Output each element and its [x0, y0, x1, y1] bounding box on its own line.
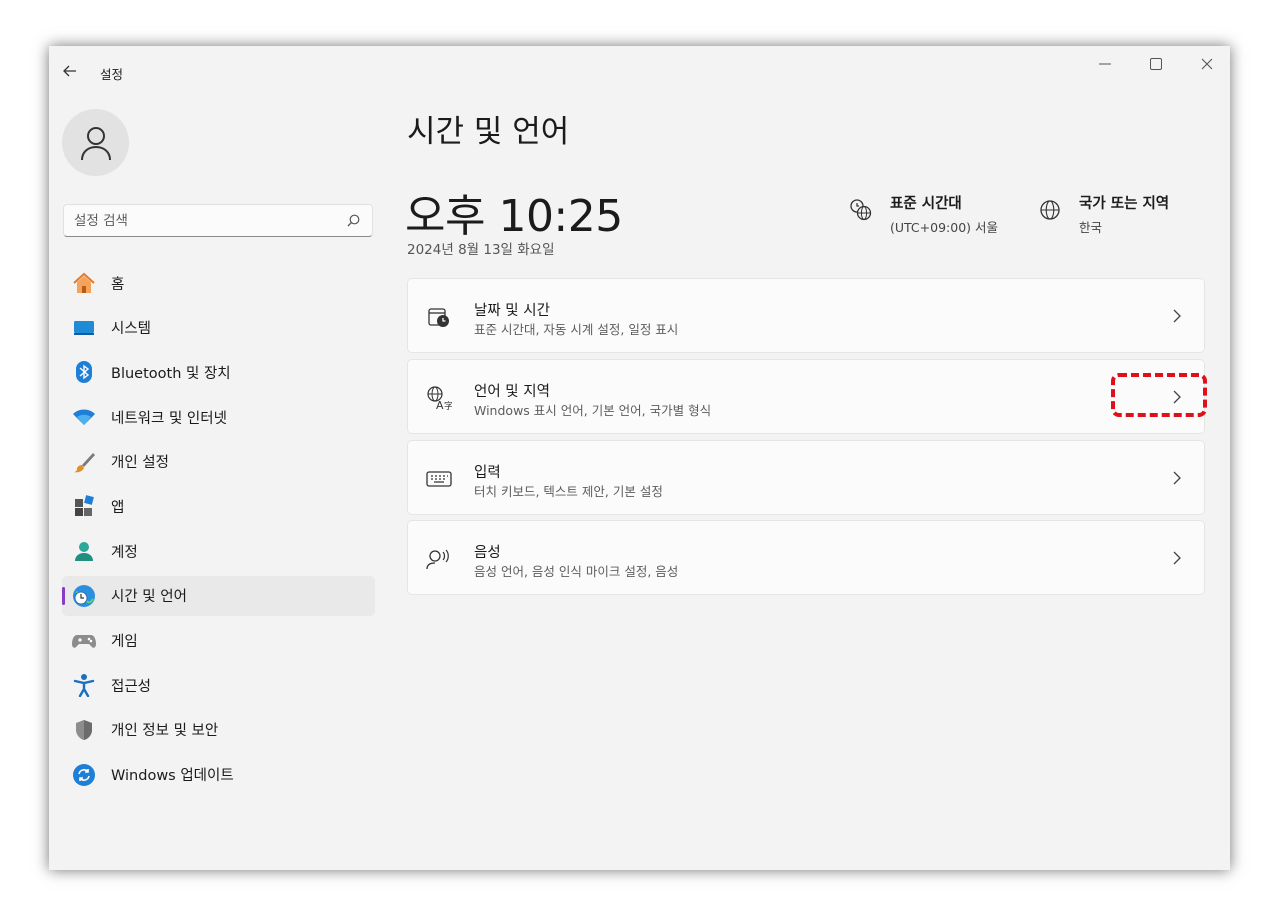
avatar[interactable] [62, 109, 129, 176]
sidebar-item-label: 개인 정보 및 보안 [111, 723, 219, 740]
settings-window: 설정 홈 시스템 [49, 46, 1230, 870]
sidebar-item-label: 계정 [111, 544, 138, 561]
sidebar-item-bluetooth[interactable]: Bluetooth 및 장치 [62, 352, 375, 392]
sidebar-item-gaming[interactable]: 게임 [62, 621, 375, 661]
minimize-icon [1099, 63, 1111, 65]
wifi-icon [72, 405, 96, 429]
sidebar-item-system[interactable]: 시스템 [62, 308, 375, 348]
sidebar-item-label: Bluetooth 및 장치 [111, 365, 231, 382]
sidebar-item-time-language[interactable]: 시간 및 언어 [62, 575, 375, 616]
sidebar-item-label: 시스템 [111, 321, 152, 338]
sidebar-item-label: 시간 및 언어 [111, 589, 187, 606]
timezone-value: (UTC+09:00) 서울 [890, 220, 999, 235]
globe-icon [1040, 200, 1060, 220]
bluetooth-icon [72, 360, 96, 384]
update-icon [72, 763, 96, 787]
region-value: 한국 [1079, 220, 1103, 235]
card-title: 음성 [474, 545, 501, 561]
maximize-icon [1150, 58, 1162, 70]
svg-text:字: 字 [444, 400, 452, 411]
sidebar-item-label: 네트워크 및 인터넷 [111, 410, 227, 427]
user-icon [80, 126, 111, 160]
sidebar-item-label: 접근성 [111, 678, 152, 695]
shield-icon [72, 718, 96, 742]
region-title: 국가 또는 지역 [1079, 196, 1170, 212]
maximize-button[interactable] [1132, 52, 1180, 76]
current-time: 오후 10:25 [405, 191, 623, 242]
sidebar-item-apps[interactable]: 앱 [62, 486, 375, 526]
card-subtitle: 표준 시간대, 자동 시계 설정, 일정 표시 [474, 322, 679, 337]
sidebar-item-personalization[interactable]: 개인 설정 [62, 442, 375, 482]
search-box[interactable] [63, 204, 373, 237]
sidebar-item-label: Windows 업데이트 [111, 768, 234, 785]
card-language-region[interactable]: A字 언어 및 지역 Windows 표시 언어, 기본 언어, 국가별 형식 [407, 359, 1207, 434]
active-indicator [62, 586, 65, 605]
sidebar-item-accessibility[interactable]: 접근성 [62, 665, 375, 705]
card-subtitle: 터치 키보드, 텍스트 제안, 기본 설정 [474, 484, 663, 499]
sidebar-nav: 홈 시스템 Bluetooth 및 장치 네트워크 및 인터넷 개인 설정 앱 … [62, 263, 375, 799]
account-icon [72, 539, 96, 563]
card-subtitle: Windows 표시 언어, 기본 언어, 국가별 형식 [474, 403, 712, 418]
search-input[interactable] [74, 205, 344, 236]
card-speech[interactable]: 음성 음성 언어, 음성 인식 마이크 설정, 음성 [407, 520, 1205, 595]
card-title: 날짜 및 시간 [474, 303, 550, 319]
card-typing[interactable]: 입력 터치 키보드, 텍스트 제안, 기본 설정 [407, 440, 1205, 515]
apps-icon [72, 494, 96, 518]
brush-icon [72, 450, 96, 474]
card-subtitle: 음성 언어, 음성 인식 마이크 설정, 음성 [474, 564, 679, 579]
chevron-right-icon [1173, 471, 1181, 485]
calendar-clock-icon [426, 304, 452, 330]
page-title: 시간 및 언어 [407, 114, 570, 150]
time-language-icon [72, 584, 96, 608]
card-date-time[interactable]: 날짜 및 시간 표준 시간대, 자동 시계 설정, 일정 표시 [407, 278, 1205, 353]
timezone-info[interactable]: 표준 시간대 (UTC+09:00) 서울 [849, 192, 998, 236]
gamepad-icon [72, 629, 96, 653]
language-icon: A字 [426, 385, 452, 411]
accessibility-icon [72, 673, 96, 698]
close-icon [1201, 58, 1213, 70]
chevron-right-icon [1173, 551, 1181, 565]
minimize-button[interactable] [1081, 52, 1129, 76]
sidebar-item-label: 개인 설정 [111, 455, 169, 472]
svg-text:A: A [436, 399, 444, 411]
title-bar: 설정 [49, 46, 1230, 98]
current-date: 2024년 8월 13일 화요일 [407, 242, 555, 258]
sidebar-item-label: 게임 [111, 634, 138, 650]
system-icon [72, 316, 96, 340]
back-arrow-icon [63, 65, 76, 77]
sidebar-item-label: 홈 [111, 276, 125, 293]
speech-icon [426, 546, 452, 572]
sidebar-item-home[interactable]: 홈 [62, 263, 375, 303]
sidebar-item-privacy[interactable]: 개인 정보 및 보안 [62, 710, 375, 750]
back-button[interactable] [59, 60, 81, 82]
region-info[interactable]: 국가 또는 지역 한국 [1038, 192, 1169, 236]
card-title: 언어 및 지역 [474, 384, 550, 400]
close-button[interactable] [1183, 52, 1230, 76]
app-title: 설정 [100, 67, 124, 82]
sidebar-item-windows-update[interactable]: Windows 업데이트 [62, 755, 375, 795]
card-title: 입력 [474, 465, 501, 481]
keyboard-icon [426, 466, 452, 492]
timezone-globe-icon [850, 199, 872, 221]
home-icon [72, 271, 96, 295]
timezone-title: 표준 시간대 [890, 196, 962, 212]
sidebar-item-network[interactable]: 네트워크 및 인터넷 [62, 397, 375, 437]
sidebar-item-accounts[interactable]: 계정 [62, 531, 375, 571]
sidebar-item-label: 앱 [111, 499, 125, 516]
search-icon [347, 214, 360, 227]
highlight-annotation [1111, 373, 1207, 417]
chevron-right-icon [1173, 309, 1181, 323]
